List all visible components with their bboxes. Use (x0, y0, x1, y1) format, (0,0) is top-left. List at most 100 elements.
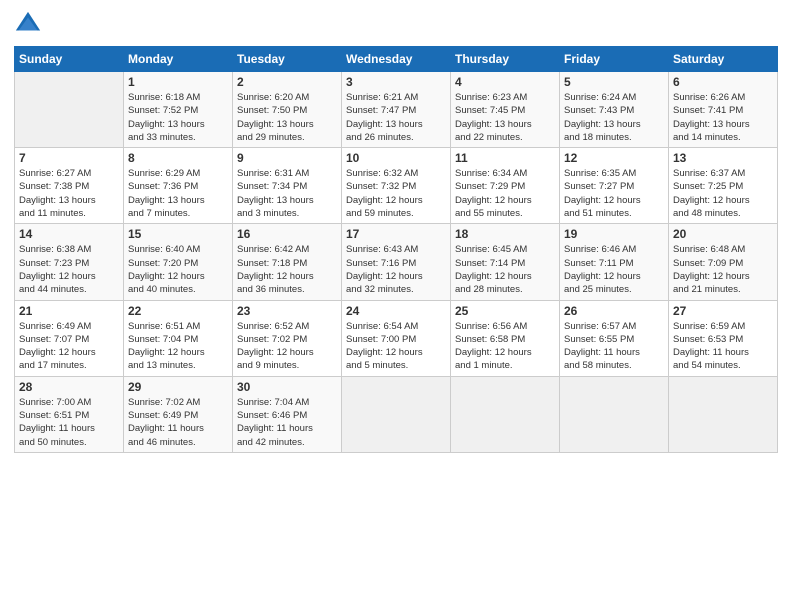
day-info: Sunrise: 6:35 AM Sunset: 7:27 PM Dayligh… (564, 167, 664, 220)
day-number: 14 (19, 227, 119, 241)
day-info: Sunrise: 6:20 AM Sunset: 7:50 PM Dayligh… (237, 91, 337, 144)
day-number: 7 (19, 151, 119, 165)
day-info: Sunrise: 6:18 AM Sunset: 7:52 PM Dayligh… (128, 91, 228, 144)
day-number: 17 (346, 227, 446, 241)
day-info: Sunrise: 6:48 AM Sunset: 7:09 PM Dayligh… (673, 243, 773, 296)
day-info: Sunrise: 6:38 AM Sunset: 7:23 PM Dayligh… (19, 243, 119, 296)
day-info: Sunrise: 7:04 AM Sunset: 6:46 PM Dayligh… (237, 396, 337, 449)
calendar-cell: 5 Sunrise: 6:24 AM Sunset: 7:43 PM Daylig… (560, 72, 669, 148)
calendar-cell: 29 Sunrise: 7:02 AM Sunset: 6:49 PM Dayli… (124, 376, 233, 452)
day-info: Sunrise: 6:46 AM Sunset: 7:11 PM Dayligh… (564, 243, 664, 296)
calendar-cell: 12 Sunrise: 6:35 AM Sunset: 7:27 PM Dayli… (560, 148, 669, 224)
day-number: 18 (455, 227, 555, 241)
day-number: 8 (128, 151, 228, 165)
day-number: 1 (128, 75, 228, 89)
weekday-header-row: SundayMondayTuesdayWednesdayThursdayFrid… (15, 47, 778, 72)
weekday-header-saturday: Saturday (669, 47, 778, 72)
day-info: Sunrise: 6:57 AM Sunset: 6:55 PM Dayligh… (564, 320, 664, 373)
calendar-cell: 8 Sunrise: 6:29 AM Sunset: 7:36 PM Daylig… (124, 148, 233, 224)
day-number: 5 (564, 75, 664, 89)
day-number: 10 (346, 151, 446, 165)
day-info: Sunrise: 6:40 AM Sunset: 7:20 PM Dayligh… (128, 243, 228, 296)
day-info: Sunrise: 6:51 AM Sunset: 7:04 PM Dayligh… (128, 320, 228, 373)
day-info: Sunrise: 6:34 AM Sunset: 7:29 PM Dayligh… (455, 167, 555, 220)
calendar-cell: 16 Sunrise: 6:42 AM Sunset: 7:18 PM Dayli… (233, 224, 342, 300)
calendar-cell: 27 Sunrise: 6:59 AM Sunset: 6:53 PM Dayli… (669, 300, 778, 376)
day-info: Sunrise: 6:54 AM Sunset: 7:00 PM Dayligh… (346, 320, 446, 373)
calendar-cell: 20 Sunrise: 6:48 AM Sunset: 7:09 PM Dayli… (669, 224, 778, 300)
day-info: Sunrise: 6:29 AM Sunset: 7:36 PM Dayligh… (128, 167, 228, 220)
calendar-cell: 19Sunrise: 6:46 AM Sunset: 7:11 PM Dayli… (560, 224, 669, 300)
calendar-cell: 18 Sunrise: 6:45 AM Sunset: 7:14 PM Dayli… (451, 224, 560, 300)
day-info: Sunrise: 6:21 AM Sunset: 7:47 PM Dayligh… (346, 91, 446, 144)
day-number: 26 (564, 304, 664, 318)
day-info: Sunrise: 6:59 AM Sunset: 6:53 PM Dayligh… (673, 320, 773, 373)
calendar-cell: 13Sunrise: 6:37 AM Sunset: 7:25 PM Dayli… (669, 148, 778, 224)
day-number: 22 (128, 304, 228, 318)
calendar-cell: 25 Sunrise: 6:56 AM Sunset: 6:58 PM Dayli… (451, 300, 560, 376)
day-number: 15 (128, 227, 228, 241)
day-info: Sunrise: 6:45 AM Sunset: 7:14 PM Dayligh… (455, 243, 555, 296)
day-info: Sunrise: 6:31 AM Sunset: 7:34 PM Dayligh… (237, 167, 337, 220)
day-info: Sunrise: 7:02 AM Sunset: 6:49 PM Dayligh… (128, 396, 228, 449)
calendar-week-row: 28 Sunrise: 7:00 AM Sunset: 6:51 PM Dayli… (15, 376, 778, 452)
day-info: Sunrise: 6:56 AM Sunset: 6:58 PM Dayligh… (455, 320, 555, 373)
calendar-week-row: 21 Sunrise: 6:49 AM Sunset: 7:07 PM Dayli… (15, 300, 778, 376)
day-info: Sunrise: 6:43 AM Sunset: 7:16 PM Dayligh… (346, 243, 446, 296)
calendar: SundayMondayTuesdayWednesdayThursdayFrid… (14, 46, 778, 453)
day-number: 4 (455, 75, 555, 89)
day-info: Sunrise: 6:26 AM Sunset: 7:41 PM Dayligh… (673, 91, 773, 144)
calendar-cell: 3 Sunrise: 6:21 AM Sunset: 7:47 PM Daylig… (342, 72, 451, 148)
calendar-cell: 22 Sunrise: 6:51 AM Sunset: 7:04 PM Dayli… (124, 300, 233, 376)
day-number: 21 (19, 304, 119, 318)
day-number: 2 (237, 75, 337, 89)
calendar-cell: 26 Sunrise: 6:57 AM Sunset: 6:55 PM Dayli… (560, 300, 669, 376)
logo-icon (14, 10, 42, 38)
day-number: 20 (673, 227, 773, 241)
day-number: 30 (237, 380, 337, 394)
calendar-cell: 28 Sunrise: 7:00 AM Sunset: 6:51 PM Dayli… (15, 376, 124, 452)
calendar-cell (560, 376, 669, 452)
calendar-week-row: 1 Sunrise: 6:18 AM Sunset: 7:52 PM Daylig… (15, 72, 778, 148)
day-info: Sunrise: 6:37 AM Sunset: 7:25 PM Dayligh… (673, 167, 773, 220)
calendar-cell (451, 376, 560, 452)
calendar-cell (342, 376, 451, 452)
calendar-cell: 9Sunrise: 6:31 AM Sunset: 7:34 PM Daylig… (233, 148, 342, 224)
calendar-week-row: 14 Sunrise: 6:38 AM Sunset: 7:23 PM Dayli… (15, 224, 778, 300)
day-info: Sunrise: 6:32 AM Sunset: 7:32 PM Dayligh… (346, 167, 446, 220)
day-number: 23 (237, 304, 337, 318)
day-info: Sunrise: 6:24 AM Sunset: 7:43 PM Dayligh… (564, 91, 664, 144)
day-number: 3 (346, 75, 446, 89)
weekday-header-friday: Friday (560, 47, 669, 72)
calendar-cell (669, 376, 778, 452)
day-number: 12 (564, 151, 664, 165)
day-number: 11 (455, 151, 555, 165)
page-header (14, 10, 778, 38)
weekday-header-sunday: Sunday (15, 47, 124, 72)
weekday-header-monday: Monday (124, 47, 233, 72)
day-info: Sunrise: 6:49 AM Sunset: 7:07 PM Dayligh… (19, 320, 119, 373)
day-number: 27 (673, 304, 773, 318)
weekday-header-tuesday: Tuesday (233, 47, 342, 72)
calendar-cell: 14 Sunrise: 6:38 AM Sunset: 7:23 PM Dayli… (15, 224, 124, 300)
day-number: 6 (673, 75, 773, 89)
logo (14, 10, 46, 38)
day-info: Sunrise: 6:42 AM Sunset: 7:18 PM Dayligh… (237, 243, 337, 296)
day-info: Sunrise: 7:00 AM Sunset: 6:51 PM Dayligh… (19, 396, 119, 449)
calendar-cell: 10 Sunrise: 6:32 AM Sunset: 7:32 PM Dayli… (342, 148, 451, 224)
weekday-header-thursday: Thursday (451, 47, 560, 72)
day-number: 16 (237, 227, 337, 241)
calendar-cell: 1 Sunrise: 6:18 AM Sunset: 7:52 PM Daylig… (124, 72, 233, 148)
day-number: 28 (19, 380, 119, 394)
day-number: 25 (455, 304, 555, 318)
calendar-week-row: 7 Sunrise: 6:27 AM Sunset: 7:38 PM Daylig… (15, 148, 778, 224)
calendar-cell: 7 Sunrise: 6:27 AM Sunset: 7:38 PM Daylig… (15, 148, 124, 224)
calendar-cell: 30 Sunrise: 7:04 AM Sunset: 6:46 PM Dayli… (233, 376, 342, 452)
calendar-cell: 2 Sunrise: 6:20 AM Sunset: 7:50 PM Daylig… (233, 72, 342, 148)
day-info: Sunrise: 6:52 AM Sunset: 7:02 PM Dayligh… (237, 320, 337, 373)
day-info: Sunrise: 6:27 AM Sunset: 7:38 PM Dayligh… (19, 167, 119, 220)
calendar-cell: 11 Sunrise: 6:34 AM Sunset: 7:29 PM Dayli… (451, 148, 560, 224)
day-number: 29 (128, 380, 228, 394)
calendar-cell: 6 Sunrise: 6:26 AM Sunset: 7:41 PM Daylig… (669, 72, 778, 148)
day-number: 24 (346, 304, 446, 318)
